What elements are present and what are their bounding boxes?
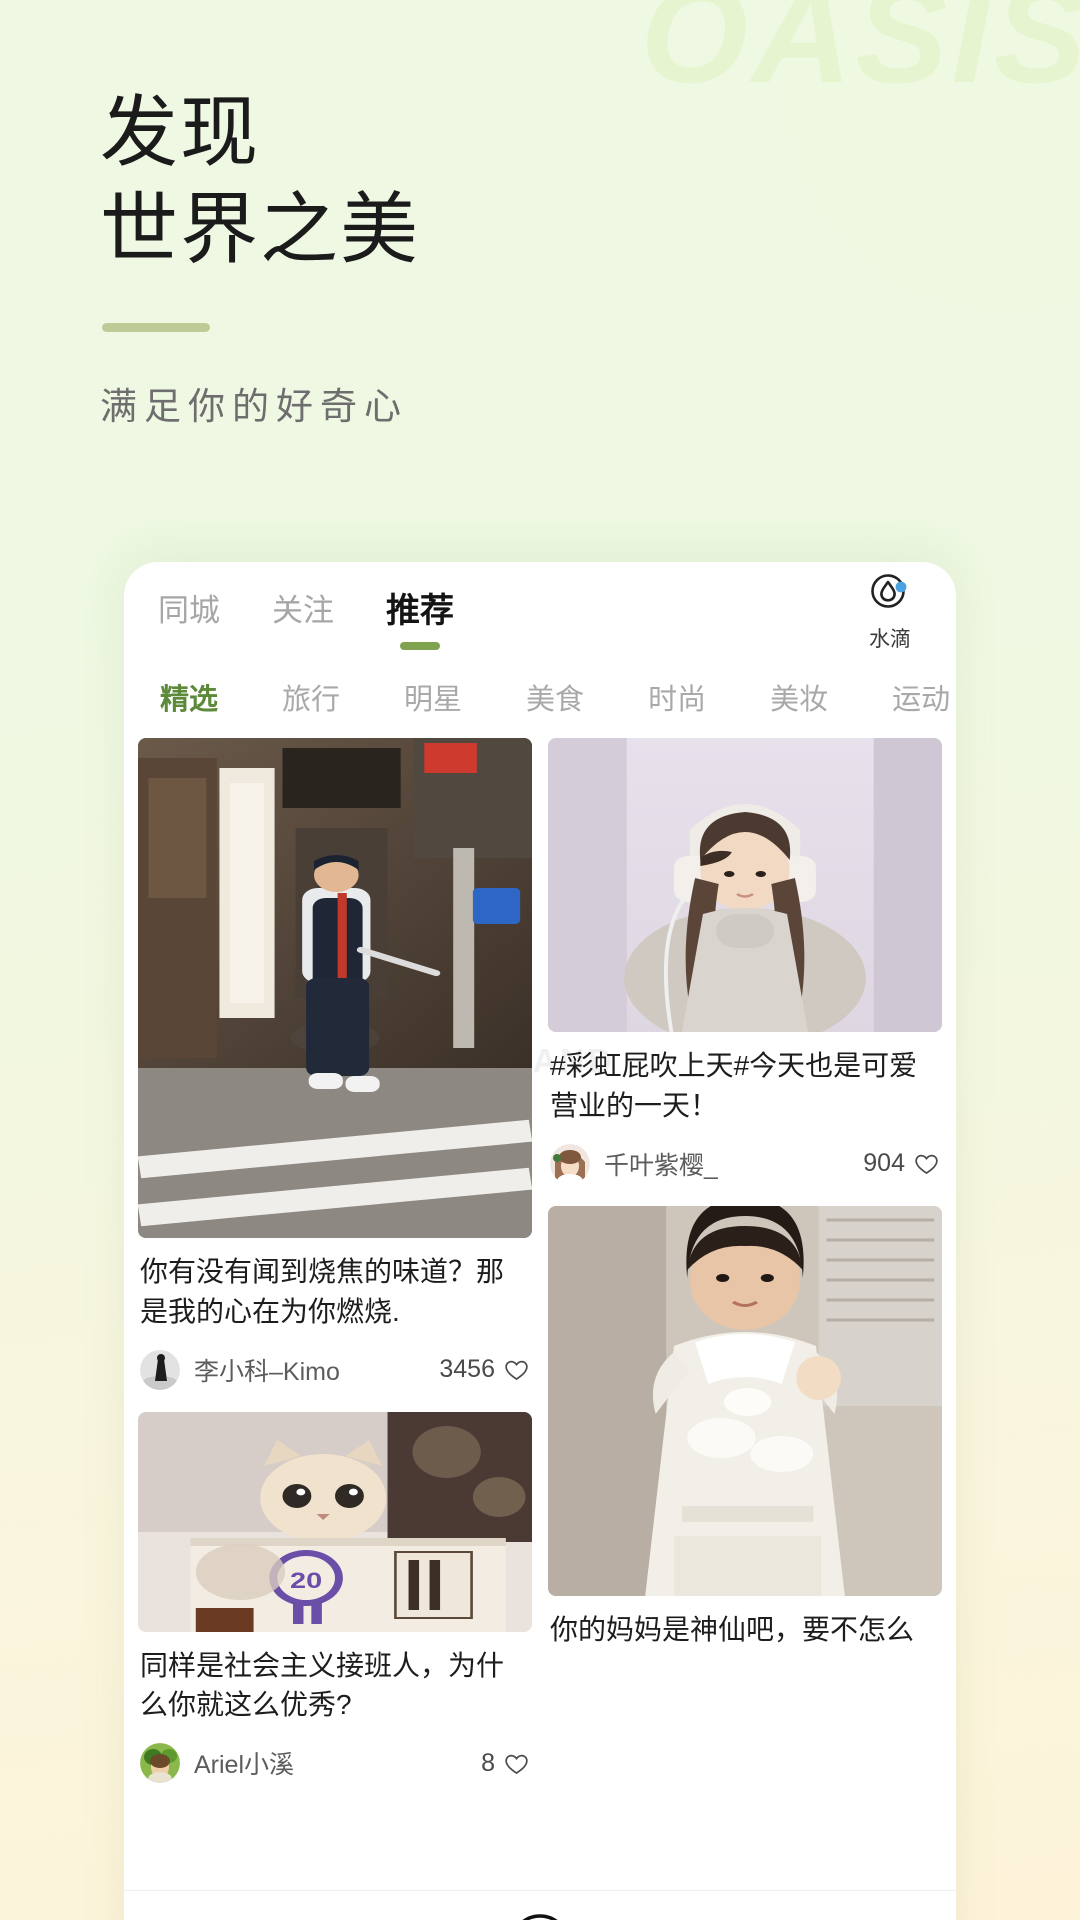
feed-column-left: 你有没有闻到烧焦的味道？那是我的心在为你燃烧. 李小科–Kimo 3456 20… xyxy=(138,738,532,1920)
tab-guanzhu[interactable]: 关注 xyxy=(272,585,334,636)
post-caption: 你的妈妈是神仙吧，要不怎么 xyxy=(550,1613,915,1645)
nav-create[interactable] xyxy=(480,1891,600,1920)
post-card[interactable]: #彩虹屁吹上天#今天也是可爱营业的一天！ 千叶紫樱_ 904 xyxy=(548,738,942,1184)
post-caption: 同样是社会主义接班人，为什么你就这么优秀? xyxy=(140,1649,505,1721)
like-count: 8 xyxy=(481,1748,495,1777)
post-username[interactable]: 李小科–Kimo xyxy=(194,1352,340,1388)
water-drop-icon xyxy=(866,567,914,620)
nav-home[interactable] xyxy=(147,1891,267,1920)
like-group[interactable]: 8 xyxy=(481,1749,530,1778)
avatar[interactable] xyxy=(550,1143,590,1184)
nav-notifications[interactable] xyxy=(646,1891,766,1920)
hero-subtitle: 满足你的好奇心 xyxy=(100,386,408,428)
plus-icon xyxy=(505,1909,575,1920)
like-count: 3456 xyxy=(439,1355,495,1383)
app-preview-card: REBRAND 同城 关注 推荐 水滴 精选 旅行 明星 美食 时尚 美妆 运动 xyxy=(124,562,956,1920)
avatar[interactable] xyxy=(140,1743,180,1783)
post-image-street[interactable] xyxy=(138,738,532,1238)
hero-divider xyxy=(102,323,210,333)
post-image-cat[interactable]: 20 xyxy=(138,1411,532,1632)
hero-title-line-1: 发现 xyxy=(100,88,261,176)
hero-section: 发现 世界之美 满足你的好奇心 xyxy=(100,84,420,430)
cat-jingxuan[interactable]: 精选 xyxy=(160,676,218,718)
like-group[interactable]: 904 xyxy=(863,1149,940,1178)
tab-tongcheng[interactable]: 同城 xyxy=(158,585,220,636)
svg-text:20: 20 xyxy=(290,1569,322,1593)
post-image-fashion[interactable] xyxy=(548,1205,942,1596)
post-caption: #彩虹屁吹上天#今天也是可爱营业的一天！ xyxy=(550,1050,918,1121)
page-title: 发现 世界之美 xyxy=(100,84,420,277)
post-username[interactable]: 千叶紫樱_ xyxy=(604,1146,718,1182)
post-card[interactable]: 20 同样是社会主义接班人，为什么你就这么优秀? Ariel小溪 8 xyxy=(138,1411,532,1783)
post-feed: 你有没有闻到烧焦的味道？那是我的心在为你燃烧. 李小科–Kimo 3456 20… xyxy=(124,738,956,1920)
heart-icon[interactable] xyxy=(913,1150,940,1177)
like-count: 904 xyxy=(863,1149,905,1177)
hero-title-line-2: 世界之美 xyxy=(100,184,421,273)
nav-search[interactable] xyxy=(314,1891,434,1920)
avatar[interactable] xyxy=(140,1349,180,1390)
category-tab-bar[interactable]: 精选 旅行 明星 美食 时尚 美妆 运动 xyxy=(124,660,956,734)
post-image-headphones[interactable] xyxy=(548,738,942,1032)
top-tab-bar: 同城 关注 推荐 水滴 xyxy=(124,562,956,658)
post-meta: Ariel小溪 8 xyxy=(138,1743,532,1783)
tab-tuijian[interactable]: 推荐 xyxy=(386,583,454,638)
cat-mingxing[interactable]: 明星 xyxy=(404,676,462,718)
cat-meishi[interactable]: 美食 xyxy=(526,676,584,718)
heart-icon[interactable] xyxy=(503,1750,530,1777)
cat-meizhuang[interactable]: 美妆 xyxy=(770,676,828,718)
like-group[interactable]: 3456 xyxy=(439,1355,530,1384)
post-caption: 你有没有闻到烧焦的味道？那是我的心在为你燃烧. xyxy=(140,1256,505,1327)
post-card[interactable]: 你的妈妈是神仙吧，要不怎么 xyxy=(548,1205,942,1650)
cat-lvxing[interactable]: 旅行 xyxy=(282,676,340,718)
cat-yundong[interactable]: 运动 xyxy=(892,676,950,718)
post-username[interactable]: Ariel小溪 xyxy=(194,1745,294,1781)
heart-icon[interactable] xyxy=(503,1356,530,1383)
bottom-nav-bar xyxy=(124,1890,956,1920)
oasis-watermark: OASIS xyxy=(640,0,1080,112)
nav-profile[interactable] xyxy=(813,1891,933,1920)
water-drop-label: 水滴 xyxy=(869,628,911,651)
water-drop-button[interactable]: 水滴 xyxy=(866,567,922,653)
post-meta: 千叶紫樱_ 904 xyxy=(548,1143,942,1184)
post-card[interactable]: 你有没有闻到烧焦的味道？那是我的心在为你燃烧. 李小科–Kimo 3456 xyxy=(138,738,532,1390)
feed-column-right: #彩虹屁吹上天#今天也是可爱营业的一天！ 千叶紫樱_ 904 你的妈妈是神仙吧，… xyxy=(548,738,942,1920)
cat-shishang[interactable]: 时尚 xyxy=(648,676,706,718)
post-meta: 李小科–Kimo 3456 xyxy=(138,1349,532,1390)
